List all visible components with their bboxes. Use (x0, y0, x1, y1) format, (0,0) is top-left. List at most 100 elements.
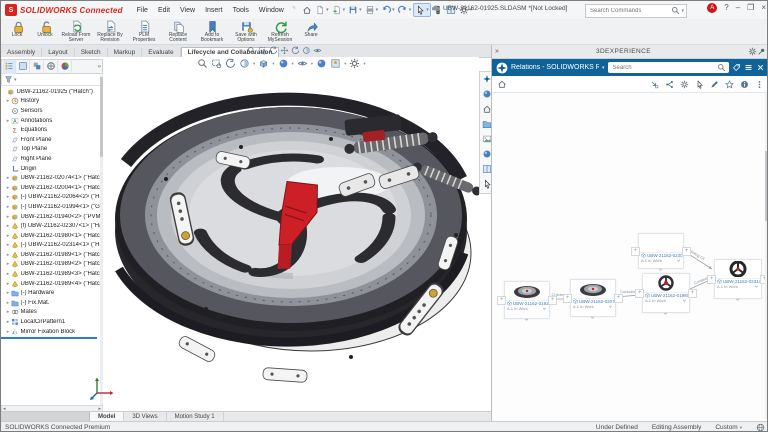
zoom-to-fit-icon[interactable] (197, 58, 208, 69)
tab-evaluate[interactable]: Evaluate (142, 48, 180, 57)
select-button[interactable]: ▾ (413, 3, 431, 17)
tree-filter-row[interactable]: ▾ (1, 74, 103, 86)
pan-icon[interactable] (280, 46, 289, 55)
tree-item[interactable]: ▸UBW-21162-01989<2> ("Hatch Zinc (1, 260, 103, 270)
expand-down-button[interactable] (658, 267, 663, 274)
app-title[interactable]: Relations - SOLIDWORKS Relatio... (511, 64, 599, 71)
info-icon[interactable] (740, 80, 749, 89)
tree-item[interactable]: ▸(-) Hardware (1, 288, 103, 298)
new-document-button[interactable]: ▾ (314, 4, 330, 16)
command-search[interactable]: ▾ (585, 4, 687, 18)
cm-plm-properties-button[interactable]: PLM Properties (127, 19, 161, 44)
cm-replace-content-button[interactable]: Replace Content (161, 19, 195, 44)
redo-button[interactable]: ▾ (397, 4, 413, 16)
cm-lock-button[interactable]: Lock (3, 19, 31, 38)
menu-view[interactable]: View (176, 5, 199, 16)
menu-icon[interactable] (744, 63, 753, 72)
tree-item[interactable]: ▸LocalCirPattern1 (1, 317, 103, 327)
tree-item[interactable]: ▸UBW-21162-01989<4> ("Hatch Zinc (1, 279, 103, 289)
panel-search[interactable] (608, 62, 729, 73)
cm-share-button[interactable]: Share (297, 19, 325, 38)
more-icon[interactable] (755, 80, 764, 89)
pin-icon[interactable] (757, 47, 766, 56)
tree-root-item[interactable]: UBW-21162-01925 ("Hatch") (1, 87, 103, 97)
expand-left-button[interactable]: + (631, 247, 640, 256)
tree-item[interactable]: Top Plane (1, 145, 103, 155)
menu-tools[interactable]: Tools (229, 5, 253, 16)
hide-show-icon[interactable] (313, 46, 322, 55)
command-search-input[interactable] (588, 7, 671, 15)
tree-item[interactable]: ▸(-) UBW-21162-01994<1> ("Grabbin (1, 202, 103, 212)
previous-view-icon[interactable] (225, 58, 236, 69)
expand-down-button[interactable] (735, 297, 740, 304)
undo-button[interactable]: ▾ (380, 4, 396, 16)
view-orientation-icon[interactable] (258, 58, 269, 69)
tree-item[interactable]: ▸(-) Fix.Mat. (1, 298, 103, 308)
hide-show-items-icon[interactable] (297, 58, 308, 69)
task-pane-tab-view-palette[interactable] (482, 134, 492, 146)
tree-pane-tab-2[interactable] (17, 60, 30, 74)
node-state-caret-icon[interactable] (754, 284, 759, 289)
menu-insert[interactable]: Insert (201, 5, 227, 16)
tab-sketch[interactable]: Sketch (75, 48, 108, 57)
cm-reload-from-server-button[interactable]: Reload From Server (59, 19, 93, 44)
open-document-button[interactable]: ▾ (331, 4, 347, 16)
tree-pane-tab-4[interactable] (45, 60, 58, 74)
print-button[interactable]: ▾ (364, 4, 380, 16)
gear-icon[interactable] (748, 47, 757, 56)
node-state-caret-icon[interactable] (608, 304, 613, 309)
tree-item[interactable]: ▸Mirror Fixation Block (1, 327, 103, 337)
node-state-caret-icon[interactable] (676, 258, 681, 263)
status-units[interactable]: Custom▾ (715, 424, 742, 431)
tree-item[interactable]: ▸UBW-21162-01980<1> ("Hatch Ring (1, 231, 103, 241)
task-pane-tab-homepage[interactable] (482, 104, 492, 116)
tag-icon[interactable] (732, 63, 741, 72)
expand-left-button[interactable]: + (635, 289, 644, 298)
task-pane-tab-pack-and-go[interactable] (482, 179, 492, 191)
menu-edit[interactable]: Edit (154, 5, 174, 16)
menu-file[interactable]: File (133, 5, 152, 16)
expand-right-button[interactable]: + (548, 296, 557, 305)
tree-item[interactable]: ▸(f) UBW-21162-02307<1> ("Hatch In (1, 221, 103, 231)
minimize-button[interactable]: – (736, 3, 740, 13)
expand-left-button[interactable]: + (497, 296, 506, 305)
tree-item[interactable]: ▸(-) UBW-21162-02314<1> ("Hatch R (1, 241, 103, 251)
task-pane-tab-custom-properties[interactable] (482, 164, 492, 176)
cm-replace-by-revision-button[interactable]: Replace By Revision (93, 19, 127, 44)
home-icon[interactable] (497, 79, 507, 89)
menu-pin-icon[interactable]: ⌝ (292, 6, 295, 14)
tree-item[interactable]: ▸UBW-21162-02004<1> ("Hatch Sprin (1, 183, 103, 193)
relations-graph-canvas[interactable]: Children Contains Context Drawing Of UBW… (492, 93, 768, 423)
help-button[interactable]: ? (724, 3, 728, 13)
node-state-caret-icon[interactable] (542, 306, 547, 311)
tree-item[interactable]: ▸AAnnotations (1, 116, 103, 126)
task-pane-tab-3dexperience[interactable] (482, 74, 492, 86)
search-icon[interactable] (671, 6, 680, 15)
cm-save-with-options-button[interactable]: Save with Options (229, 19, 263, 44)
menu-window[interactable]: Window (255, 5, 288, 16)
tree-item[interactable]: Front Plane (1, 135, 103, 145)
tree-item[interactable]: ▸UBW-21162-01989<3> ("Hatch Zinc (1, 269, 103, 279)
tree-item[interactable]: ▸UBW-21162-02074<1> ("Hatch Lid") (1, 173, 103, 183)
import-icon[interactable] (650, 80, 659, 89)
apply-scene-icon[interactable] (330, 58, 341, 69)
user-avatar[interactable]: A (707, 3, 717, 13)
tree-item[interactable]: Sensors (1, 106, 103, 116)
settings-icon[interactable] (680, 80, 689, 89)
cm-unlock-button[interactable]: Unlock (31, 19, 59, 38)
display-style-icon[interactable] (278, 58, 289, 69)
graph-node[interactable]: UBW-21162-01925 A.1 In Work + + (504, 281, 550, 319)
close-button[interactable]: × (761, 3, 766, 13)
view-settings-icon[interactable] (349, 58, 360, 69)
task-pane-tab-appearances[interactable] (482, 149, 492, 161)
tree-item[interactable]: ▸Mates (1, 308, 103, 318)
save-button[interactable]: ▾ (347, 4, 363, 16)
cloud-icon[interactable] (431, 4, 440, 13)
graph-node[interactable]: UBW-21162-02304 A.1 In Work + + (638, 233, 684, 269)
tree-item[interactable]: ΣEquations (1, 125, 103, 135)
expand-down-button[interactable] (524, 317, 529, 324)
previous-view-icon[interactable] (269, 46, 278, 55)
favorite-icon[interactable] (725, 80, 734, 89)
tree-tabs-overflow-button[interactable]: » (98, 64, 101, 70)
expand-right-button[interactable]: + (682, 247, 691, 256)
